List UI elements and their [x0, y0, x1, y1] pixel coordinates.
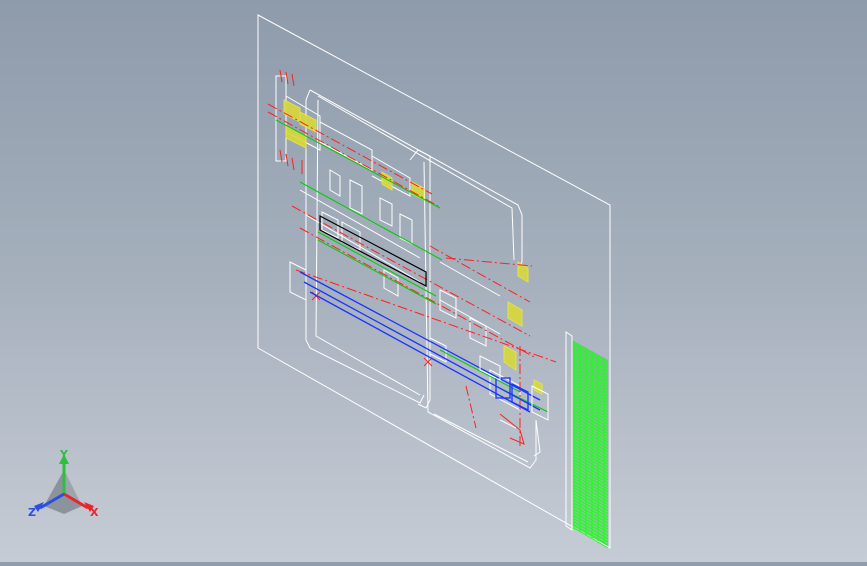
drawing-sheet-3d-view[interactable]	[0, 0, 867, 562]
shaft-box	[319, 215, 427, 287]
feed-shaft	[299, 271, 541, 413]
hatched-parts	[283, 99, 543, 395]
parts-table	[565, 331, 609, 549]
y-axis-label: Y	[59, 448, 69, 461]
coordinate-triad: Y X Z	[24, 448, 104, 528]
graphics-viewport[interactable]	[0, 0, 867, 562]
housing-outline	[299, 89, 537, 469]
z-axis-label: Z	[28, 506, 36, 519]
sheet-border	[257, 14, 611, 549]
x-axis-label: X	[90, 506, 99, 519]
